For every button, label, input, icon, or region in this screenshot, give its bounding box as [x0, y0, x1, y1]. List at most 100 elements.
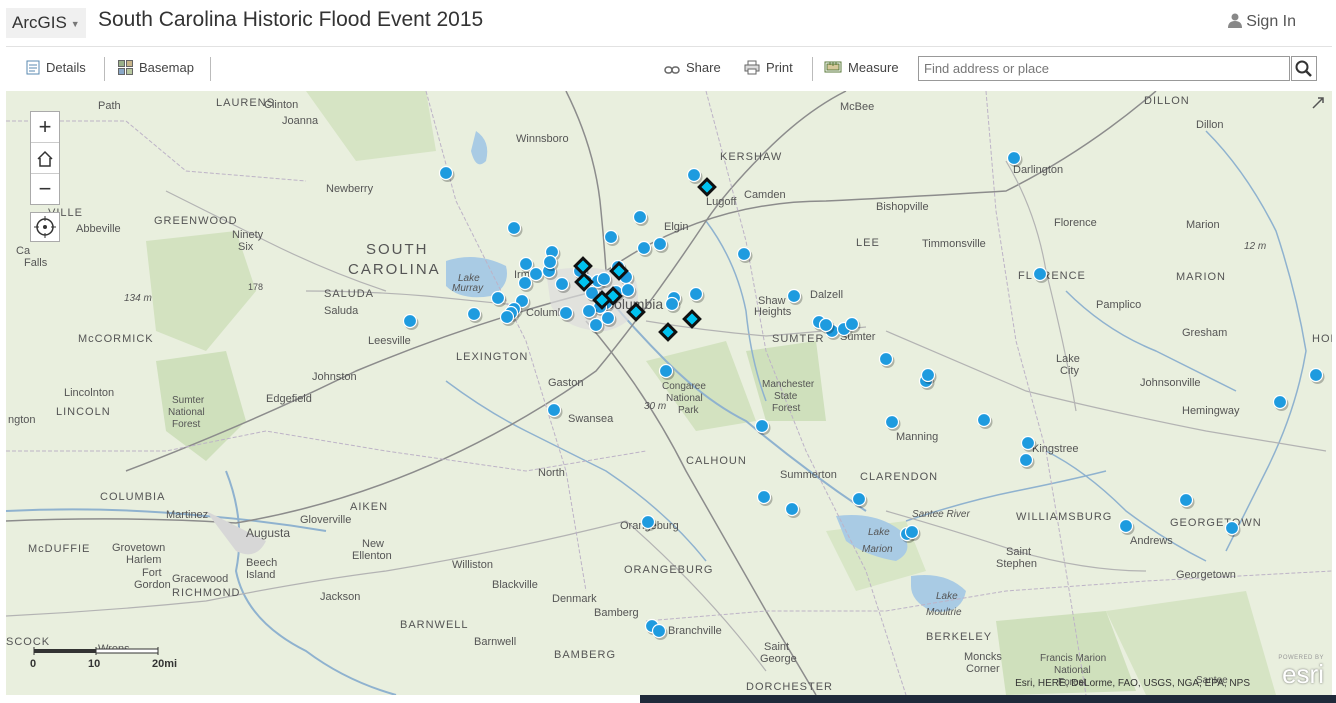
flood-gauge-marker[interactable]	[546, 402, 562, 418]
flood-gauge-marker[interactable]	[688, 286, 704, 302]
flood-gauge-marker[interactable]	[620, 282, 636, 298]
flood-gauge-marker[interactable]	[558, 305, 574, 321]
caret-down-icon: ▼	[70, 18, 80, 29]
map-label: Forest	[172, 419, 201, 430]
map-label: Kingstree	[1032, 443, 1078, 455]
map-label: Dillon	[1196, 119, 1224, 131]
flood-gauge-marker[interactable]	[554, 276, 570, 292]
flood-gauge-marker[interactable]	[904, 524, 920, 540]
sign-in-link[interactable]: Sign In	[1228, 13, 1296, 31]
map-view[interactable]: Path LAURENS Clinton Joanna Winnsboro McBee DI…	[6, 91, 1332, 695]
flood-gauge-marker[interactable]	[884, 414, 900, 430]
print-button[interactable]: Print	[744, 59, 793, 77]
flood-gauge-marker[interactable]	[664, 296, 680, 312]
map-label: 134 m	[124, 293, 152, 304]
locate-button[interactable]	[30, 212, 60, 242]
flood-gauge-marker[interactable]	[1018, 452, 1034, 468]
flood-gauge-marker[interactable]	[1224, 520, 1240, 536]
flood-gauge-marker[interactable]	[878, 351, 894, 367]
flood-gauge-marker[interactable]	[1006, 150, 1022, 166]
map-label: Beech	[246, 557, 277, 569]
map-label: Swansea	[568, 413, 614, 425]
zoom-out-button[interactable]: −	[31, 174, 59, 204]
bottom-dark-bar	[640, 695, 1336, 703]
flood-gauge-marker[interactable]	[528, 266, 544, 282]
basemap-icon	[118, 60, 133, 75]
flood-gauge-marker[interactable]	[636, 240, 652, 256]
flood-gauge-marker[interactable]	[438, 165, 454, 181]
flood-gauge-marker[interactable]	[402, 313, 418, 329]
flood-gauge-marker[interactable]	[517, 275, 533, 291]
map-canvas: Path LAURENSClintonJoannaWinnsboroMcBee DI…	[6, 91, 1332, 695]
expand-icon[interactable]	[1310, 95, 1326, 111]
map-label: National	[168, 407, 205, 418]
search-button[interactable]	[1291, 56, 1317, 81]
flood-gauge-marker[interactable]	[1308, 367, 1324, 383]
flood-gauge-marker[interactable]	[1272, 394, 1288, 410]
flood-gauge-marker[interactable]	[1020, 435, 1036, 451]
flood-gauge-marker[interactable]	[581, 303, 597, 319]
flood-gauge-marker[interactable]	[542, 254, 558, 270]
map-label: Congaree	[662, 381, 706, 392]
app-header: ArcGIS ▼ South Carolina Historic Flood Ev…	[0, 0, 1336, 46]
flood-gauge-marker[interactable]	[490, 290, 506, 306]
map-label: Fort	[142, 567, 162, 579]
flood-gauge-marker[interactable]	[506, 220, 522, 236]
zoom-in-button[interactable]: +	[31, 112, 59, 143]
flood-gauge-marker[interactable]	[851, 491, 867, 507]
map-label: Marion	[1186, 219, 1220, 231]
flood-gauge-marker[interactable]	[651, 623, 667, 639]
arcgis-label: ArcGIS	[12, 13, 67, 32]
flood-gauge-marker[interactable]	[652, 236, 668, 252]
page-bottom-strip	[0, 695, 1336, 703]
share-button[interactable]: Share	[664, 59, 721, 77]
flood-gauge-marker[interactable]	[844, 316, 860, 332]
map-label: DILLON	[1144, 95, 1190, 107]
measure-button[interactable]: Measure	[824, 59, 899, 77]
flood-gauge-marker[interactable]	[754, 418, 770, 434]
map-label: Johnston	[312, 371, 357, 383]
map-label: Abbeville	[76, 223, 121, 235]
flood-gauge-marker[interactable]	[640, 514, 656, 530]
crosshair-icon	[34, 216, 56, 238]
map-label: Bishopville	[876, 201, 929, 213]
map-label: McDUFFIE	[28, 543, 90, 555]
map-label: ORANGEBURG	[624, 564, 713, 576]
flood-gauge-marker[interactable]	[736, 246, 752, 262]
flood-gauge-marker[interactable]	[600, 310, 616, 326]
flood-gauge-marker[interactable]	[632, 209, 648, 225]
share-label: Share	[686, 60, 721, 75]
flood-gauge-marker[interactable]	[1178, 492, 1194, 508]
flood-gauge-marker[interactable]	[686, 167, 702, 183]
map-label: Johnsonville	[1140, 377, 1201, 389]
flood-gauge-marker[interactable]	[518, 256, 534, 272]
flood-gauge-marker[interactable]	[466, 306, 482, 322]
home-button[interactable]	[31, 143, 59, 174]
flood-gauge-marker[interactable]	[658, 363, 674, 379]
map-label: Timmonsville	[922, 238, 986, 250]
flood-gauge-marker[interactable]	[499, 309, 515, 325]
search-input[interactable]	[918, 56, 1290, 81]
map-label: BARNWELL	[400, 619, 469, 631]
basemap-button[interactable]: Basemap	[118, 59, 194, 77]
flood-gauge-marker[interactable]	[1032, 266, 1048, 282]
flood-gauge-marker[interactable]	[603, 229, 619, 245]
map-label: Clinton	[264, 99, 298, 111]
map-label: Manning	[896, 431, 938, 443]
flood-gauge-marker[interactable]	[976, 412, 992, 428]
flood-gauge-marker[interactable]	[1118, 518, 1134, 534]
toolbar-divider	[812, 57, 813, 81]
flood-gauge-marker[interactable]	[818, 317, 834, 333]
details-button[interactable]: Details	[26, 59, 86, 77]
scale-end-label: 20mi	[152, 658, 177, 670]
flood-gauge-marker[interactable]	[784, 501, 800, 517]
map-label: Barnwell	[474, 636, 516, 648]
arcgis-menu-button[interactable]: ArcGIS ▼	[6, 8, 86, 38]
flood-gauge-marker[interactable]	[786, 288, 802, 304]
flood-gauge-marker[interactable]	[756, 489, 772, 505]
map-label: Denmark	[552, 593, 597, 605]
map-label: McBee	[840, 101, 874, 113]
flood-gauge-marker[interactable]	[596, 271, 612, 287]
flood-gauge-marker[interactable]	[920, 367, 936, 383]
flood-gauge-marker[interactable]	[588, 317, 604, 333]
